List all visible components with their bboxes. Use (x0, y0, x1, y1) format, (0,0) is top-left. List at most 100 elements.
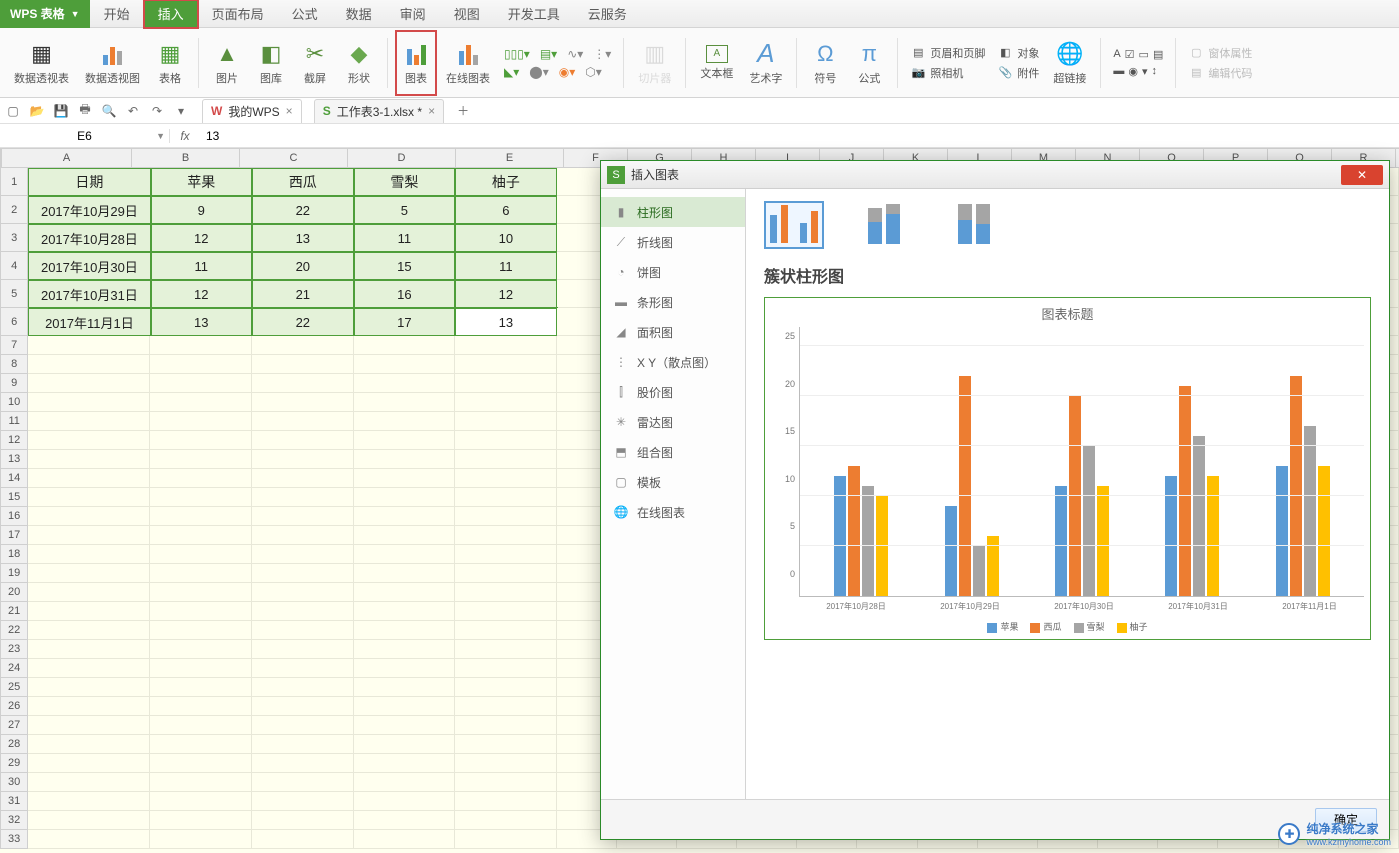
cell[interactable] (252, 697, 354, 716)
cell[interactable] (455, 659, 557, 678)
cell[interactable] (354, 507, 456, 526)
cell[interactable] (28, 545, 150, 564)
cell[interactable]: 11 (455, 252, 557, 280)
menu-item-0[interactable]: 开始 (90, 0, 144, 28)
ribbon-online-chart[interactable]: 在线图表 (440, 31, 496, 95)
row-header[interactable]: 10 (0, 393, 28, 412)
cell[interactable] (354, 393, 456, 412)
mini-area-icon[interactable]: ◣▾ (504, 65, 519, 79)
cell[interactable] (28, 526, 150, 545)
qat-new-icon[interactable]: ▢ (4, 102, 22, 120)
cell[interactable] (252, 564, 354, 583)
chart-nav-item[interactable]: ◔饼图 (601, 257, 745, 287)
chart-nav-item[interactable]: ⋮X Y（散点图） (601, 347, 745, 377)
cell[interactable] (28, 830, 150, 849)
row-header[interactable]: 18 (0, 545, 28, 564)
menu-item-2[interactable]: 页面布局 (198, 0, 278, 28)
col-header[interactable]: A (2, 148, 132, 168)
cell[interactable] (28, 697, 150, 716)
col-header[interactable]: D (348, 148, 456, 168)
cell[interactable]: 22 (252, 308, 354, 336)
row-header[interactable]: 6 (0, 308, 28, 336)
row-header[interactable]: 16 (0, 507, 28, 526)
cell[interactable] (252, 412, 354, 431)
cell[interactable] (150, 602, 252, 621)
cell[interactable]: 2017年10月28日 (28, 224, 150, 252)
close-icon[interactable]: × (286, 104, 293, 118)
cell[interactable] (150, 488, 252, 507)
ribbon-control-icons[interactable]: A ☑ ▭ ▤ (1113, 48, 1163, 61)
row-header[interactable]: 21 (0, 602, 28, 621)
cell[interactable] (354, 355, 456, 374)
ribbon-object[interactable]: ◧对象 (997, 45, 1039, 61)
qat-more-icon[interactable]: ▾ (172, 102, 190, 120)
chart-nav-item[interactable]: ⫿股价图 (601, 377, 745, 407)
dropdown-icon[interactable]: ▼ (156, 131, 165, 141)
menu-item-6[interactable]: 视图 (440, 0, 494, 28)
cell[interactable] (455, 735, 557, 754)
cell[interactable] (354, 564, 456, 583)
cell[interactable] (150, 355, 252, 374)
cell[interactable]: 12 (151, 224, 253, 252)
cell[interactable] (150, 507, 252, 526)
ribbon-screenshot[interactable]: ✂ 截屏 (295, 31, 335, 95)
cell[interactable] (354, 469, 456, 488)
cell[interactable] (150, 621, 252, 640)
cell[interactable] (354, 735, 456, 754)
cell[interactable] (28, 754, 150, 773)
row-header[interactable]: 12 (0, 431, 28, 450)
cell[interactable]: 5 (354, 196, 456, 224)
subtype-100stacked[interactable] (944, 201, 1004, 249)
row-header[interactable]: 30 (0, 773, 28, 792)
cell[interactable] (28, 811, 150, 830)
cell[interactable] (455, 754, 557, 773)
cell[interactable] (252, 526, 354, 545)
cell[interactable] (150, 754, 252, 773)
cell[interactable] (354, 450, 456, 469)
mini-stacked-icon[interactable]: ▤▾ (540, 47, 557, 61)
row-header[interactable]: 20 (0, 583, 28, 602)
cell[interactable] (354, 792, 456, 811)
cell[interactable] (354, 716, 456, 735)
row-header[interactable]: 3 (0, 224, 28, 252)
row-header[interactable]: 5 (0, 280, 28, 308)
fx-icon[interactable]: fx (170, 129, 200, 143)
row-header[interactable]: 9 (0, 374, 28, 393)
chart-nav-item[interactable]: ▮柱形图 (601, 197, 745, 227)
cell[interactable] (455, 507, 557, 526)
add-tab-icon[interactable]: ＋ (454, 102, 472, 120)
cell[interactable] (455, 336, 557, 355)
mini-bar-icon[interactable]: ▯▯▯▾ (504, 47, 530, 61)
row-header[interactable]: 28 (0, 735, 28, 754)
cell[interactable] (28, 640, 150, 659)
cell[interactable] (150, 469, 252, 488)
cell[interactable] (150, 659, 252, 678)
cell[interactable] (150, 716, 252, 735)
cell[interactable] (150, 431, 252, 450)
cell[interactable] (354, 640, 456, 659)
cell[interactable]: 13 (151, 308, 253, 336)
cell[interactable] (354, 754, 456, 773)
cell[interactable] (354, 545, 456, 564)
row-header[interactable]: 31 (0, 792, 28, 811)
menu-item-5[interactable]: 审阅 (386, 0, 440, 28)
close-icon[interactable]: × (428, 104, 435, 118)
cell[interactable] (28, 678, 150, 697)
cell[interactable] (28, 621, 150, 640)
ribbon-control-icons2[interactable]: ▬ ◉ ▾ ↕ (1113, 65, 1163, 78)
cell[interactable] (252, 393, 354, 412)
cell[interactable] (455, 678, 557, 697)
doc-tab-workbook[interactable]: S 工作表3-1.xlsx * × (314, 99, 444, 123)
row-header[interactable]: 13 (0, 450, 28, 469)
cell[interactable] (28, 374, 150, 393)
cell[interactable] (455, 545, 557, 564)
cell[interactable] (252, 469, 354, 488)
ribbon-symbol[interactable]: Ω 符号 (805, 31, 845, 95)
ribbon-pivot-table[interactable]: ▦ 数据透视表 (8, 31, 75, 95)
cell[interactable] (28, 431, 150, 450)
cell[interactable] (150, 811, 252, 830)
ribbon-header-footer[interactable]: ▤页眉和页脚 (910, 45, 985, 61)
cell[interactable] (252, 830, 354, 849)
cell[interactable] (150, 393, 252, 412)
chart-nav-item[interactable]: ⬒组合图 (601, 437, 745, 467)
